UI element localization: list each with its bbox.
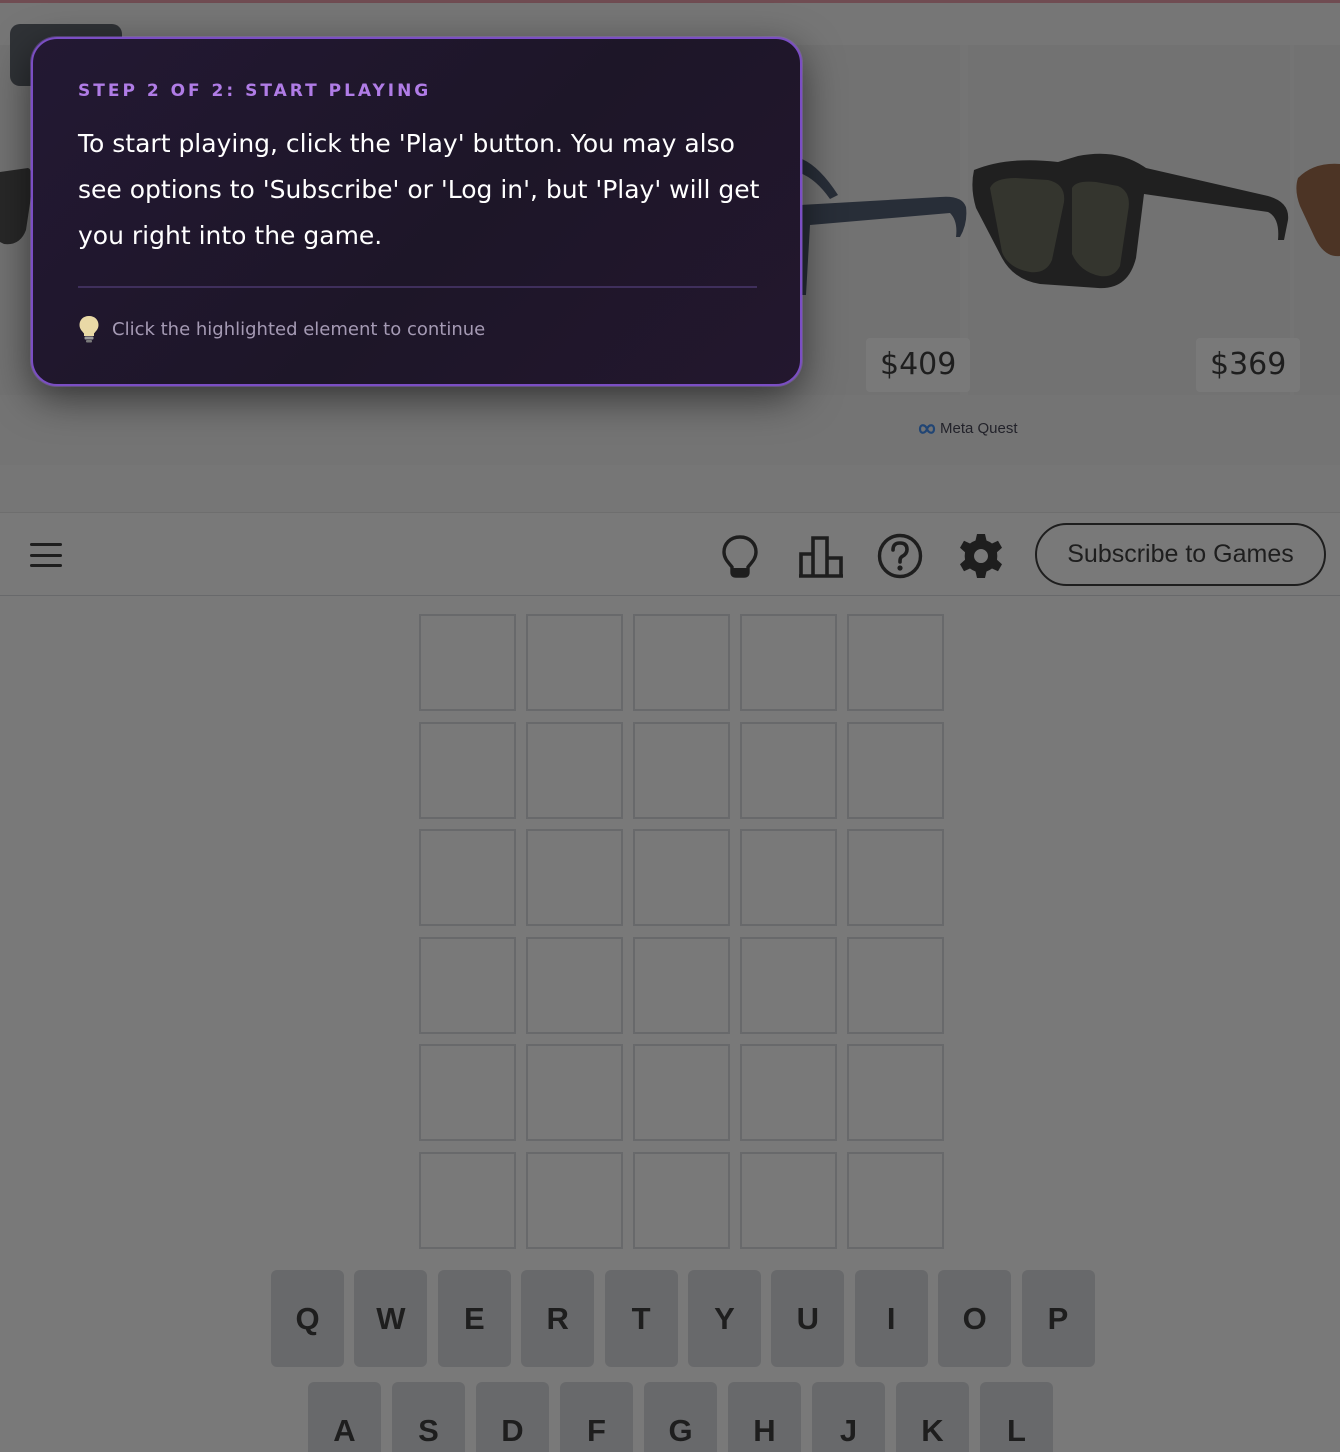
price-tag-2[interactable]: $369 (1196, 338, 1301, 392)
key-e[interactable]: E (437, 1270, 511, 1367)
key-j[interactable]: J (812, 1382, 885, 1452)
board-tile (526, 1044, 623, 1142)
lightbulb-icon (79, 316, 99, 343)
board-tile (419, 721, 516, 819)
keyboard-row-2: ASDFGHJKL (308, 1382, 1053, 1452)
board-tile (419, 1151, 516, 1249)
tutorial-divider (78, 286, 757, 288)
menu-line (30, 553, 62, 557)
key-r[interactable]: R (521, 1270, 595, 1367)
bar-chart-icon (799, 536, 843, 578)
board-tile (633, 936, 730, 1034)
board-tile (740, 1151, 837, 1249)
board-tile (526, 1151, 623, 1249)
keyboard-row-1: QWERTYUIOP (271, 1270, 1095, 1367)
meta-quest-label: Meta Quest (940, 420, 1018, 437)
board-tile (740, 614, 837, 711)
key-s[interactable]: S (392, 1382, 465, 1452)
tutorial-step-label: STEP 2 OF 2: START PLAYING (78, 81, 432, 101)
subscribe-button[interactable]: Subscribe to Games (1035, 523, 1326, 586)
key-o[interactable]: O (938, 1270, 1012, 1367)
hint-button[interactable] (715, 531, 765, 581)
glasses-image-partial-right (1296, 163, 1340, 257)
board-tile (847, 721, 944, 819)
board-tile (526, 614, 623, 711)
meta-quest-logo[interactable]: Meta Quest (917, 420, 1018, 437)
board-tile (847, 614, 944, 711)
board-tile (526, 936, 623, 1034)
key-t[interactable]: T (604, 1270, 678, 1367)
tutorial-body-text: To start playing, click the 'Play' butto… (78, 129, 760, 250)
tutorial-popover: STEP 2 OF 2: START PLAYING To start play… (31, 37, 802, 386)
game-area: QWERTYUIOP ASDFGHJKL (0, 596, 1340, 1452)
board-tile (847, 1151, 944, 1249)
meta-infinity-icon (918, 423, 936, 434)
board-tile (633, 721, 730, 819)
top-accent-line (0, 0, 1340, 3)
key-a[interactable]: A (308, 1382, 381, 1452)
board-tile (633, 829, 730, 927)
key-w[interactable]: W (354, 1270, 428, 1367)
board-tile (847, 829, 944, 927)
price-tag-1[interactable]: $409 (866, 338, 971, 392)
glasses-image-black (972, 153, 1289, 289)
help-button[interactable] (875, 531, 925, 581)
tutorial-hint-text: Click the highlighted element to continu… (112, 318, 486, 340)
key-p[interactable]: P (1021, 1270, 1095, 1367)
key-i[interactable]: I (854, 1270, 928, 1367)
key-y[interactable]: Y (687, 1270, 761, 1367)
glasses-image-blue (800, 159, 967, 295)
board-tile (633, 614, 730, 711)
board-tile (847, 936, 944, 1034)
question-circle-icon (877, 533, 923, 579)
board-tile (740, 829, 837, 927)
key-k[interactable]: K (896, 1382, 969, 1452)
key-l[interactable]: L (980, 1382, 1053, 1452)
board-tile (740, 936, 837, 1034)
settings-button[interactable] (956, 531, 1006, 581)
key-d[interactable]: D (476, 1382, 549, 1452)
gear-icon (960, 534, 1002, 578)
key-q[interactable]: Q (271, 1270, 344, 1367)
board-tile (740, 721, 837, 819)
stats-button[interactable] (796, 531, 846, 581)
tutorial-hint: Click the highlighted element to continu… (78, 315, 485, 343)
game-header: Subscribe to Games (0, 512, 1340, 596)
board-tile (526, 829, 623, 927)
board-tile (526, 721, 623, 819)
board-tile (419, 1044, 516, 1142)
board-tile (419, 829, 516, 927)
menu-line (30, 543, 62, 546)
board-tile (847, 1044, 944, 1142)
board-tile (419, 936, 516, 1034)
key-f[interactable]: F (560, 1382, 633, 1452)
game-board (419, 614, 944, 1249)
menu-button[interactable] (28, 539, 64, 571)
board-tile (740, 1044, 837, 1142)
board-tile (633, 1151, 730, 1249)
board-tile (419, 614, 516, 711)
board-tile (633, 1044, 730, 1142)
lightbulb-icon (722, 535, 758, 578)
key-u[interactable]: U (771, 1270, 845, 1367)
key-g[interactable]: G (644, 1382, 717, 1452)
menu-line (30, 564, 62, 567)
key-h[interactable]: H (728, 1382, 801, 1452)
